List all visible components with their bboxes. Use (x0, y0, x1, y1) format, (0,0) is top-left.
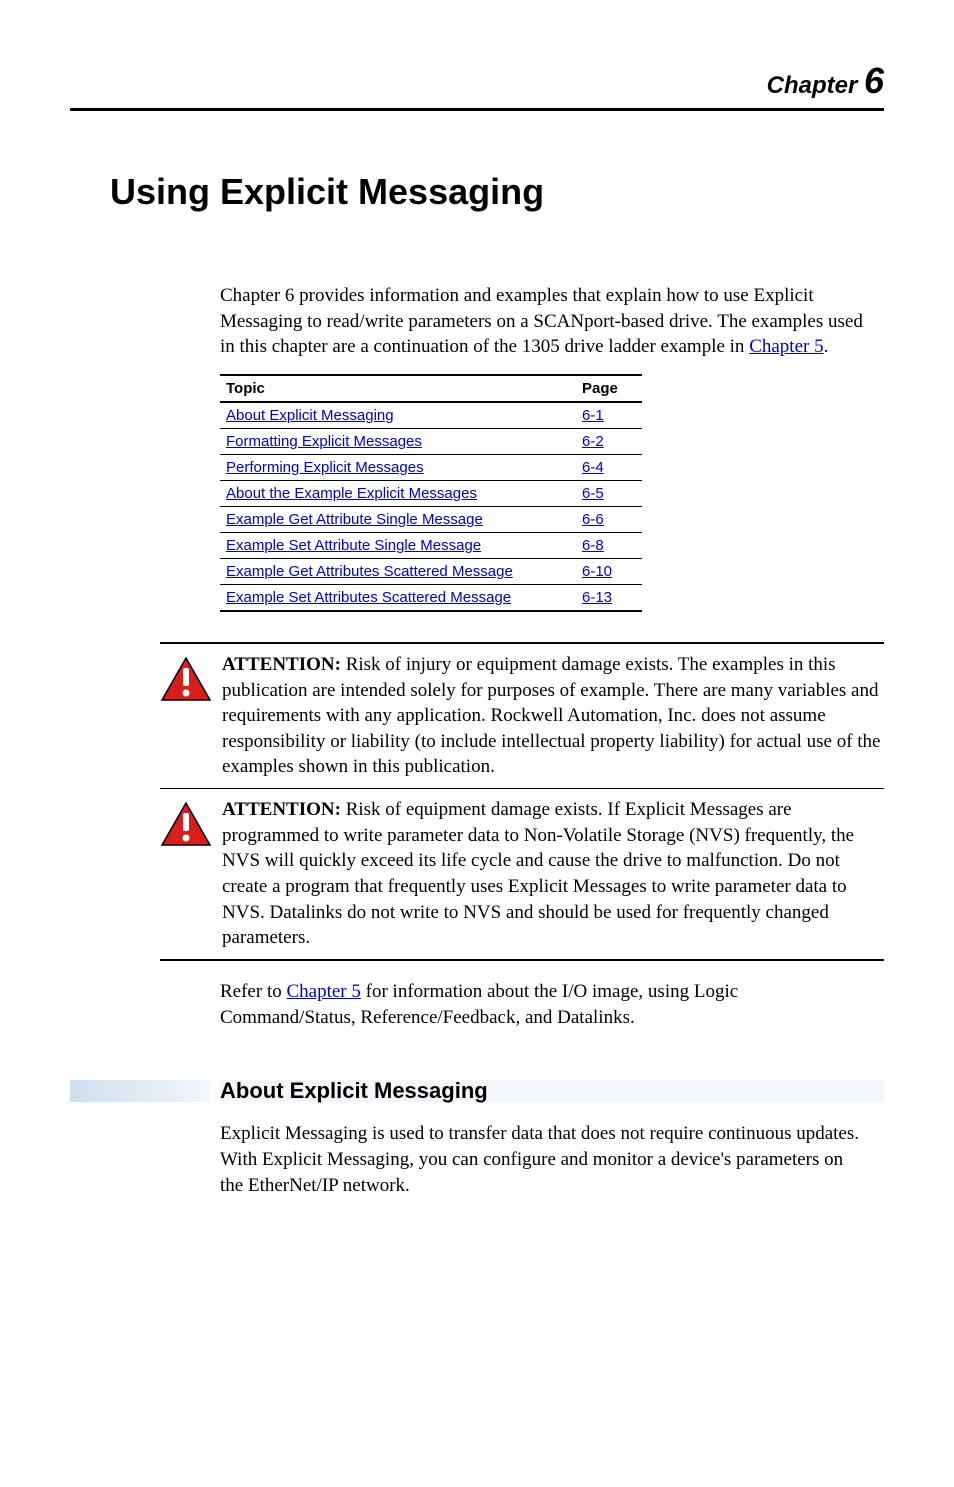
intro-paragraph: Chapter 6 provides information and examp… (220, 283, 864, 360)
section-heading-row: About Explicit Messaging (70, 1080, 884, 1102)
topic-link[interactable]: Performing Explicit Messages (226, 459, 424, 476)
page-link[interactable]: 6-8 (582, 537, 604, 554)
topic-table: Topic Page About Explicit Messaging 6-1 … (220, 374, 642, 612)
topic-link[interactable]: Example Get Attribute Single Message (226, 511, 483, 528)
post-attention-before: Refer to (220, 981, 286, 1002)
topic-link[interactable]: Example Get Attributes Scattered Message (226, 563, 513, 580)
page-link[interactable]: 6-10 (582, 563, 612, 580)
topic-link[interactable]: Example Set Attribute Single Message (226, 537, 481, 554)
table-row: About the Example Explicit Messages 6-5 (220, 480, 642, 506)
page-header: Page (576, 375, 642, 402)
attention-block: ATTENTION: Risk of injury or equipment d… (160, 642, 884, 961)
topic-header: Topic (220, 375, 576, 402)
table-row: Example Get Attribute Single Message 6-6 (220, 506, 642, 532)
attention-body: Risk of equipment damage exists. If Expl… (222, 799, 854, 948)
attention-text: ATTENTION: Risk of equipment damage exis… (222, 797, 884, 951)
page-title: Using Explicit Messaging (110, 171, 884, 213)
table-row: About Explicit Messaging 6-1 (220, 402, 642, 429)
table-row: Example Get Attributes Scattered Message… (220, 558, 642, 584)
topic-link[interactable]: About Explicit Messaging (226, 407, 394, 424)
page-link[interactable]: 6-1 (582, 407, 604, 424)
attention-text: ATTENTION: Risk of injury or equipment d… (222, 652, 884, 780)
warning-icon (160, 656, 216, 707)
table-row: Example Set Attributes Scattered Message… (220, 584, 642, 611)
warning-icon (160, 801, 216, 852)
table-row: Performing Explicit Messages 6-4 (220, 454, 642, 480)
intro-chapter-link[interactable]: Chapter 5 (749, 336, 823, 357)
page-link[interactable]: 6-5 (582, 485, 604, 502)
page-link[interactable]: 6-4 (582, 459, 604, 476)
chapter-label: Chapter (767, 72, 858, 99)
intro-text-after: . (824, 336, 829, 357)
page-link[interactable]: 6-6 (582, 511, 604, 528)
chapter-header: Chapter 6 (70, 60, 884, 111)
topic-link[interactable]: Formatting Explicit Messages (226, 433, 422, 450)
page-link[interactable]: 6-2 (582, 433, 604, 450)
chapter-number: 6 (864, 60, 884, 101)
attention-label: ATTENTION: (222, 654, 341, 675)
topic-link[interactable]: Example Set Attributes Scattered Message (226, 589, 511, 606)
table-row: Formatting Explicit Messages 6-2 (220, 428, 642, 454)
attention-row: ATTENTION: Risk of equipment damage exis… (160, 788, 884, 959)
page-link[interactable]: 6-13 (582, 589, 612, 606)
post-attention-link[interactable]: Chapter 5 (286, 981, 360, 1002)
post-attention-paragraph: Refer to Chapter 5 for information about… (220, 979, 864, 1030)
attention-label: ATTENTION: (222, 799, 341, 820)
section-bar (70, 1080, 210, 1102)
table-row: Example Set Attribute Single Message 6-8 (220, 532, 642, 558)
topic-link[interactable]: About the Example Explicit Messages (226, 485, 477, 502)
attention-row: ATTENTION: Risk of injury or equipment d… (160, 644, 884, 788)
section-body: Explicit Messaging is used to transfer d… (220, 1121, 864, 1198)
section-heading: About Explicit Messaging (220, 1080, 884, 1102)
